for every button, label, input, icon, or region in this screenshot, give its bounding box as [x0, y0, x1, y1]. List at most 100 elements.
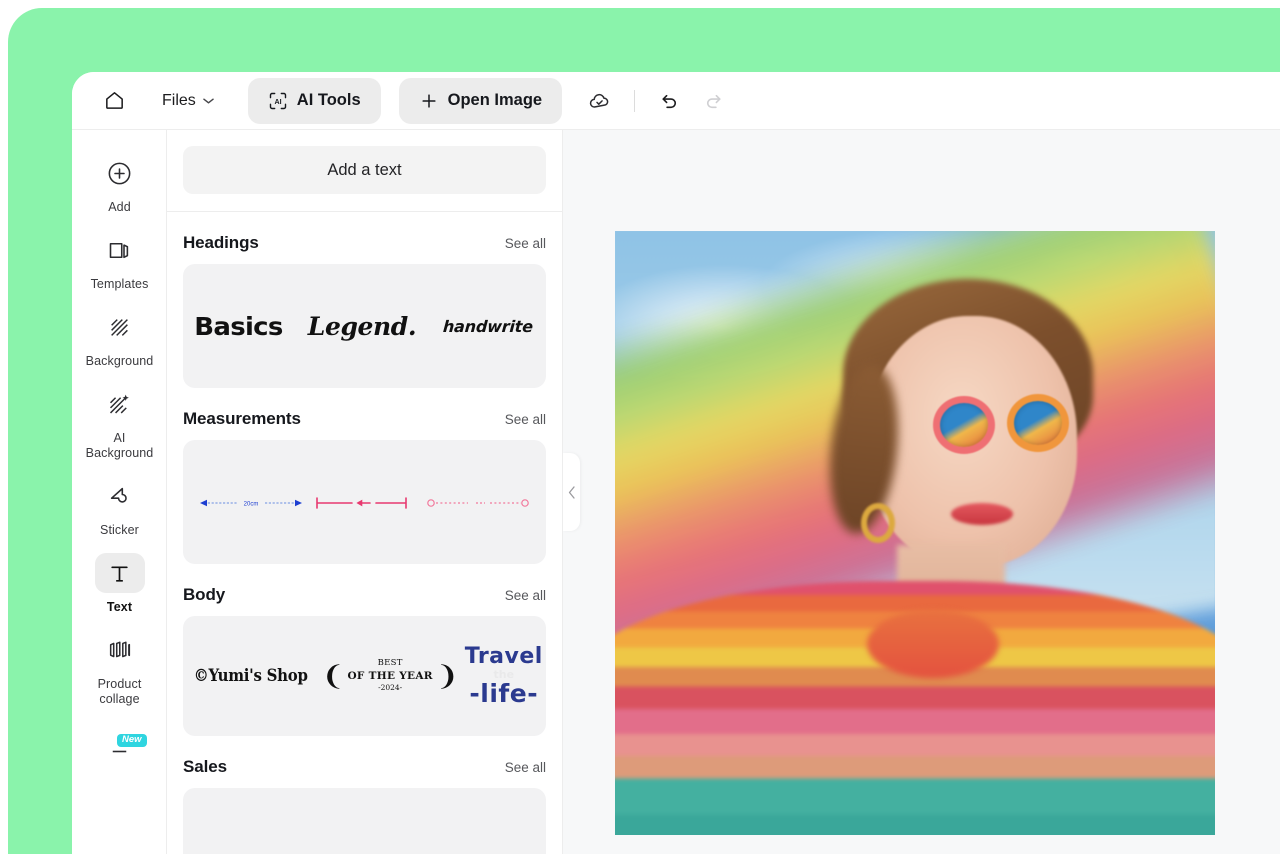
- style-sample-best-of-the-year[interactable]: ❨ BEST OF THE YEAR -2024- ❩: [322, 657, 459, 695]
- artboard[interactable]: [615, 231, 1215, 835]
- undo-button[interactable]: [649, 81, 689, 121]
- canvas-photo: [615, 231, 1215, 835]
- product-collage-icon: [95, 630, 145, 670]
- section-headings: Headings See all Basics Legend. handwrit…: [167, 212, 562, 388]
- sidebar-item-ai-background[interactable]: AI Background: [72, 375, 166, 467]
- chevron-down-icon: [203, 97, 214, 105]
- redo-icon: [702, 89, 725, 112]
- open-image-button[interactable]: Open Image: [398, 77, 563, 124]
- plus-circle-icon: [95, 153, 145, 193]
- editor-window: Files AI AI Tools Open Image Add Templat…: [72, 72, 1280, 854]
- photo-lens-left: [933, 396, 995, 455]
- section-header: Headings See all: [183, 212, 546, 264]
- sidebar-item-label: Background: [85, 354, 154, 368]
- dimension-label: 20cm: [243, 502, 258, 508]
- panel-collapse-button[interactable]: [563, 453, 580, 531]
- sticker-icon: [95, 476, 145, 516]
- headings-style-card[interactable]: Basics Legend. handwrite: [183, 264, 546, 388]
- style-sample-dimension-pink-solid[interactable]: [314, 491, 414, 513]
- sidebar-item-text[interactable]: Text: [72, 544, 166, 621]
- photo-lips: [951, 502, 1013, 525]
- new-badge: New: [116, 734, 147, 747]
- redo-button[interactable]: [693, 81, 733, 121]
- style-sample-yumi-shop[interactable]: ©Yumi's Shop: [194, 666, 308, 686]
- section-header: Measurements See all: [183, 388, 546, 440]
- photo-lens-right: [1007, 394, 1069, 453]
- style-sample-legend[interactable]: Legend.: [308, 312, 417, 341]
- add-text-section: Add a text: [167, 130, 562, 212]
- cloud-save-button[interactable]: [580, 81, 620, 121]
- main-area: Add Templates Background AI Background S…: [72, 130, 1280, 854]
- sidebar-item-templates[interactable]: Templates: [72, 221, 166, 298]
- templates-icon: [95, 230, 145, 270]
- sidebar-item-label: Product collage: [97, 677, 142, 706]
- ai-background-icon: [95, 384, 145, 424]
- background-icon: [95, 307, 145, 347]
- text-t-icon: [94, 553, 145, 593]
- ai-scan-icon: AI: [268, 91, 288, 111]
- section-title: Headings: [183, 233, 259, 252]
- body-style-card[interactable]: ©Yumi's Shop ❨ BEST OF THE YEAR -2024- ❩: [183, 616, 546, 736]
- section-sales: Sales See all: [167, 736, 562, 854]
- measurements-style-card[interactable]: 20cm: [183, 440, 546, 564]
- home-button[interactable]: [94, 81, 134, 121]
- sidebar-item-partial[interactable]: New: [72, 713, 166, 768]
- canvas-area[interactable]: AI New: [563, 130, 1280, 854]
- style-sample-dimension-pink-dotted[interactable]: [426, 491, 530, 513]
- section-body: Body See all ©Yumi's Shop ❨ BEST OF THE …: [167, 564, 562, 736]
- badge-line-2: OF THE YEAR: [347, 669, 433, 682]
- laurel-right-icon: ❩: [435, 660, 459, 692]
- app-root: Files AI AI Tools Open Image Add Templat…: [0, 0, 1280, 854]
- section-header: Body See all: [183, 564, 546, 616]
- section-title: Body: [183, 585, 226, 604]
- section-measurements: Measurements See all 20cm: [167, 388, 562, 564]
- text-panel: Add a text Headings See all Basics Legen…: [167, 130, 563, 854]
- section-title: Measurements: [183, 409, 301, 428]
- style-sample-dimension-blue[interactable]: 20cm: [199, 491, 303, 513]
- photo-sunglasses: [933, 394, 1085, 456]
- badge-line-1: BEST: [377, 658, 403, 669]
- partial-icon: New: [95, 722, 147, 762]
- chevron-left-icon: [568, 485, 576, 499]
- sidebar-item-sticker[interactable]: Sticker: [72, 467, 166, 544]
- sidebar-item-label: Add: [108, 200, 131, 214]
- style-sample-basics[interactable]: Basics: [195, 312, 284, 341]
- see-all-link[interactable]: See all: [505, 236, 546, 251]
- ai-tools-button[interactable]: AI AI Tools: [247, 77, 381, 124]
- home-icon: [103, 89, 126, 112]
- sidebar-item-label: Sticker: [100, 523, 139, 537]
- travel-line-1: Travel: [464, 644, 543, 669]
- undo-icon: [658, 89, 681, 112]
- cloud-check-icon: [588, 89, 612, 113]
- see-all-link[interactable]: See all: [505, 412, 546, 427]
- add-text-button[interactable]: Add a text: [183, 146, 546, 194]
- svg-text:AI: AI: [274, 97, 281, 105]
- photo-earring: [861, 502, 895, 543]
- add-text-label: Add a text: [327, 160, 402, 179]
- photo-collar: [867, 609, 999, 678]
- section-title: Sales: [183, 757, 227, 776]
- sidebar-item-background[interactable]: Background: [72, 298, 166, 375]
- ai-tools-label: AI Tools: [296, 91, 361, 109]
- sidebar-item-label: Text: [106, 600, 133, 614]
- sidebar-item-product-collage[interactable]: Product collage: [72, 621, 166, 713]
- travel-line-3: -life-: [469, 679, 539, 708]
- see-all-link[interactable]: See all: [505, 760, 546, 775]
- open-image-label: Open Image: [447, 91, 543, 109]
- plus-icon: [419, 91, 439, 111]
- top-toolbar: Files AI AI Tools Open Image: [72, 72, 1280, 130]
- style-sample-handwrite[interactable]: handwrite: [442, 317, 533, 336]
- style-sample-travel-life[interactable]: Travel the -life-: [464, 644, 543, 708]
- badge-line-3: -2024-: [378, 683, 403, 693]
- sidebar-item-label: Templates: [90, 277, 149, 291]
- sidebar-item-add[interactable]: Add: [72, 144, 166, 221]
- sidebar-item-label: AI Background: [85, 431, 154, 460]
- left-rail: Add Templates Background AI Background S…: [72, 130, 167, 854]
- files-menu[interactable]: Files: [148, 81, 228, 121]
- laurel-left-icon: ❨: [321, 660, 345, 692]
- section-header: Sales See all: [183, 736, 546, 788]
- files-label: Files: [162, 91, 196, 109]
- sales-style-card[interactable]: [183, 788, 546, 854]
- toolbar-divider: [634, 89, 636, 112]
- see-all-link[interactable]: See all: [505, 588, 546, 603]
